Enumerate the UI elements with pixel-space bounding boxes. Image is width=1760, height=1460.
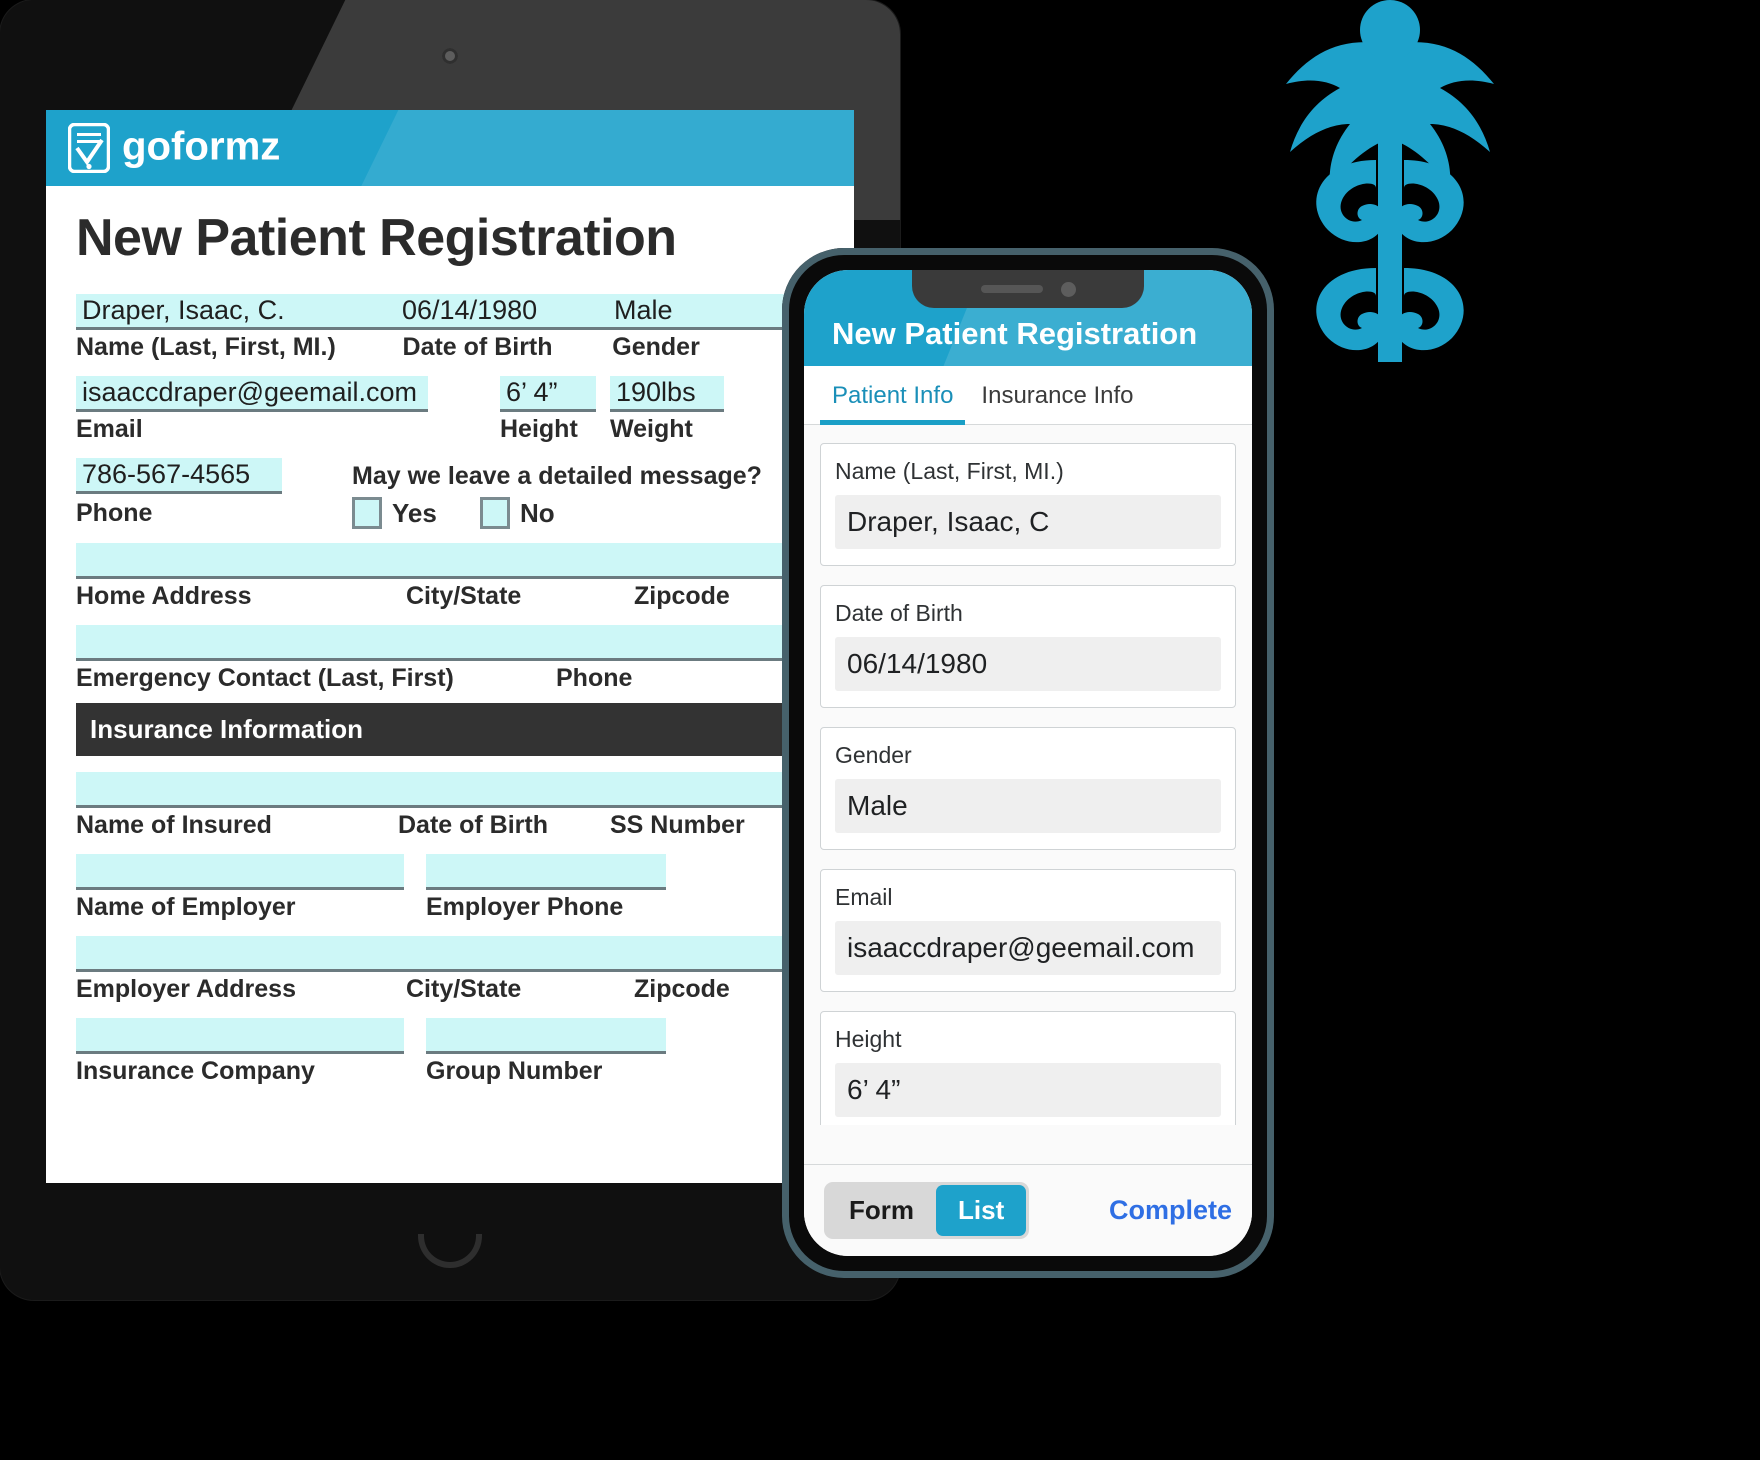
field-label: Email — [835, 884, 893, 910]
phone-bottom-bar: Form List Complete — [804, 1164, 1252, 1256]
insured-name-label: Name of Insured — [76, 811, 272, 839]
complete-button[interactable]: Complete — [1109, 1195, 1232, 1226]
patient-identity-row: Draper, Isaac, C. 06/14/1980 Male Name (… — [76, 294, 826, 362]
height-field[interactable]: 6’ 4” — [500, 376, 596, 412]
home-address-field[interactable] — [76, 543, 824, 579]
employer-name-field[interactable] — [76, 854, 404, 890]
employer-address-field[interactable] — [76, 936, 824, 972]
earpiece-speaker-icon — [980, 285, 1043, 293]
dob-label: Date of Birth — [402, 333, 553, 361]
insured-name-field[interactable] — [76, 772, 824, 808]
weight-field[interactable]: 190lbs — [610, 376, 724, 412]
segment-list[interactable]: List — [936, 1185, 1027, 1236]
employer-phone-field[interactable] — [426, 854, 666, 890]
emergency-contact-field[interactable] — [76, 625, 824, 661]
home-city-state-label: City/State — [406, 582, 522, 610]
phone-message-row: 786-567-4565 May we leave a detailed mes… — [76, 458, 826, 529]
phone-notch — [912, 270, 1144, 308]
email-input[interactable]: isaaccdraper@geemail.com — [835, 921, 1221, 975]
view-mode-segmented-control[interactable]: Form List — [824, 1182, 1030, 1239]
phone-app-title: New Patient Registration — [832, 316, 1198, 351]
weight-label: Weight — [610, 415, 693, 443]
segment-form[interactable]: Form — [827, 1185, 936, 1236]
gender-input[interactable]: Male — [835, 779, 1221, 833]
insurance-company-field[interactable] — [76, 1018, 404, 1054]
phone-screen: New Patient Registration Patient Info In… — [804, 270, 1252, 1256]
form-body: New Patient Registration Draper, Isaac, … — [46, 186, 854, 1086]
height-label: Height — [500, 415, 578, 443]
list-item[interactable]: Gender Male — [820, 727, 1236, 850]
tab-insurance-info[interactable]: Insurance Info — [967, 366, 1147, 424]
name-label: Name (Last, First, MI.) — [76, 333, 336, 361]
email-field[interactable]: isaaccdraper@geemail.com — [76, 376, 428, 412]
employer-city-state-label: City/State — [406, 975, 522, 1003]
insurance-company-row: Insurance Company Group Number — [76, 1018, 826, 1086]
insurance-company-label: Insurance Company — [76, 1057, 315, 1085]
group-number-field[interactable] — [426, 1018, 666, 1054]
phone-field[interactable]: 786-567-4565 — [76, 458, 282, 494]
goformz-wordmark: goformz — [122, 126, 280, 168]
emergency-contact-row: Emergency Contact (Last, First) Phone — [76, 625, 826, 693]
list-item[interactable]: Date of Birth 06/14/1980 — [820, 585, 1236, 708]
insured-row: Name of Insured Date of Birth SS Number — [76, 772, 826, 840]
field-label: Name (Last, First, MI.) — [835, 458, 1064, 484]
insurance-section-header: Insurance Information — [76, 703, 824, 756]
emergency-contact-label: Emergency Contact (Last, First) — [76, 664, 454, 692]
group-number-label: Group Number — [426, 1057, 603, 1085]
list-item[interactable]: Height 6’ 4” — [820, 1011, 1236, 1125]
employer-row: Name of Employer Employer Phone — [76, 854, 826, 922]
field-label: Date of Birth — [835, 600, 963, 626]
home-address-row: Home Address City/State Zipcode — [76, 543, 826, 611]
email-label: Email — [76, 415, 143, 443]
screenshot-stage: goformz New Patient Registration Draper,… — [0, 0, 1760, 1460]
message-no-label: No — [520, 497, 555, 528]
message-yes-label: Yes — [392, 497, 437, 528]
dob-input[interactable]: 06/14/1980 — [835, 637, 1221, 691]
height-input[interactable]: 6’ 4” — [835, 1063, 1221, 1117]
tablet-camera-icon — [442, 48, 458, 64]
contact-measurements-row: isaaccdraper@geemail.com 6’ 4” 190lbs Em… — [76, 376, 826, 444]
front-camera-icon — [1060, 281, 1076, 297]
phone-label: Phone — [76, 498, 153, 527]
message-no-option[interactable]: No — [480, 497, 555, 529]
employer-phone-label: Employer Phone — [426, 893, 624, 921]
message-yes-checkbox[interactable] — [352, 497, 382, 529]
form-title: New Patient Registration — [76, 209, 677, 267]
field-label: Height — [835, 1026, 902, 1052]
employer-address-row: Employer Address City/State Zipcode — [76, 936, 826, 1004]
clipboard-check-icon — [68, 123, 110, 173]
tablet-device: goformz New Patient Registration Draper,… — [0, 0, 900, 1300]
phone-tab-bar: Patient Info Insurance Info — [804, 366, 1252, 425]
goformz-logo: goformz — [68, 123, 313, 173]
employer-address-label: Employer Address — [76, 975, 296, 1003]
dob-field[interactable]: 06/14/1980 — [396, 294, 608, 330]
list-item[interactable]: Name (Last, First, MI.) Draper, Isaac, C — [820, 443, 1236, 566]
employer-name-label: Name of Employer — [76, 893, 296, 921]
phone-form-list[interactable]: Name (Last, First, MI.) Draper, Isaac, C… — [804, 425, 1252, 1125]
message-question-label: May we leave a detailed message? — [352, 462, 762, 490]
field-label: Gender — [835, 742, 912, 768]
tab-patient-info[interactable]: Patient Info — [818, 366, 967, 425]
tablet-screen: goformz New Patient Registration Draper,… — [46, 110, 854, 1183]
goformz-wordmark-text: goformz — [122, 126, 280, 168]
list-item[interactable]: Email isaaccdraper@geemail.com — [820, 869, 1236, 992]
name-input[interactable]: Draper, Isaac, C — [835, 495, 1221, 549]
message-no-checkbox[interactable] — [480, 497, 510, 529]
phone-device: New Patient Registration Patient Info In… — [782, 248, 1274, 1278]
name-field[interactable]: Draper, Isaac, C. — [76, 294, 396, 330]
message-yes-option[interactable]: Yes — [352, 497, 480, 529]
insured-dob-label: Date of Birth — [398, 811, 548, 839]
form-brand-header: goformz — [46, 110, 854, 186]
home-address-label: Home Address — [76, 582, 252, 610]
